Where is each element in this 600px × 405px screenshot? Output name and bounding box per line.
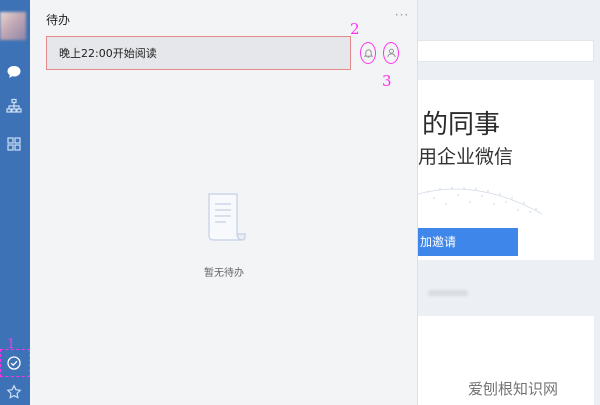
annotation-box-1 [0,349,30,377]
apps-grid-icon[interactable] [4,134,24,154]
blurred-text [428,290,468,296]
annotation-label-1: 1 [7,337,16,352]
more-options-button[interactable]: ··· [394,8,410,22]
invite-button[interactable]: 加邀请 [418,228,518,256]
annotation-label-2: 2 [350,20,360,38]
todo-item-text[interactable]: 晚上22:00开始阅读 [59,45,157,61]
chat-icon[interactable] [4,62,24,82]
todo-input-item[interactable]: 晚上22:00开始阅读 [46,36,351,70]
annotation-label-3: 3 [382,72,392,90]
org-chart-icon[interactable] [4,96,24,116]
star-icon[interactable] [4,382,24,402]
globe-illustration [418,187,543,215]
empty-state-text: 暂无待办 [204,268,244,279]
watermark: 爱刨根知识网 [468,380,559,398]
main-background: 的同事 用企业微信 加邀请 [418,0,600,405]
avatar[interactable] [0,12,26,40]
assign-member-button[interactable] [383,42,399,64]
bell-icon [363,49,373,58]
person-icon [386,48,396,58]
panel-title: 待办 [46,13,71,27]
invite-card: 的同事 用企业微信 加邀请 [418,80,594,260]
invite-card-title: 的同事 [422,110,501,140]
invite-card-subtitle: 用企业微信 [418,146,514,168]
search-bar[interactable] [418,40,594,62]
todo-panel: 待办 ··· 晚上22:00开始阅读 2 3 暂无待办 [30,0,418,405]
empty-document-icon [208,193,246,241]
reminder-button[interactable] [360,42,376,64]
